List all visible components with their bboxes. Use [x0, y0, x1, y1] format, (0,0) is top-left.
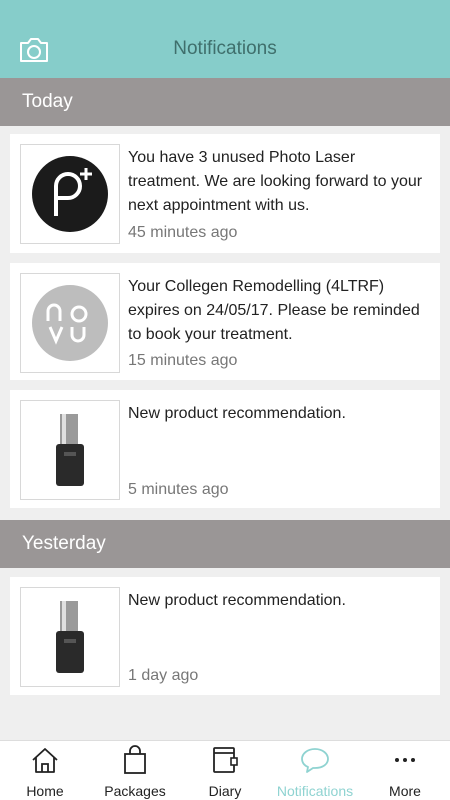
- tab-label: Packages: [104, 783, 166, 799]
- tab-home[interactable]: Home: [0, 741, 90, 800]
- tab-label: Notifications: [276, 783, 354, 799]
- notification-card[interactable]: New product recommendation. 1 day ago: [10, 577, 440, 695]
- tab-label: More: [389, 783, 421, 799]
- section-header-yesterday: Yesterday: [0, 520, 450, 568]
- diary-icon: [209, 745, 241, 775]
- brand-logo-novu: [20, 273, 120, 373]
- notification-message: Your Collegen Remodelling (4LTRF) expire…: [128, 278, 420, 343]
- home-icon: [29, 745, 61, 775]
- speech-bubble-icon: [299, 745, 331, 775]
- more-dots-icon: [389, 745, 421, 775]
- section-header-today: Today: [0, 78, 450, 126]
- brand-logo-p-plus: [20, 144, 120, 244]
- tab-label: Home: [26, 783, 64, 799]
- tab-notifications[interactable]: Notifications: [270, 741, 360, 800]
- notification-message: New product recommendation.: [128, 592, 346, 609]
- notification-card[interactable]: Your Collegen Remodelling (4LTRF) expire…: [10, 263, 440, 380]
- page-title: Notifications: [173, 38, 277, 59]
- tab-label: Diary: [208, 783, 242, 799]
- notification-card[interactable]: You have 3 unused Photo Laser treatment.…: [10, 134, 440, 253]
- tab-diary[interactable]: Diary: [180, 741, 270, 800]
- tab-more[interactable]: More: [360, 741, 450, 800]
- shopping-bag-icon: [119, 745, 151, 775]
- product-bottle-image: [20, 400, 120, 500]
- product-bottle-image: [20, 587, 120, 687]
- notification-time: 45 minutes ago: [128, 224, 238, 241]
- bottom-tab-bar: Home Packages Diary Notifications More: [0, 740, 450, 800]
- notification-card[interactable]: New product recommendation. 5 minutes ag…: [10, 390, 440, 508]
- app-header: Notifications: [0, 0, 450, 78]
- notification-time: 1 day ago: [128, 667, 199, 684]
- notification-time: 5 minutes ago: [128, 481, 229, 498]
- tab-packages[interactable]: Packages: [90, 741, 180, 800]
- notification-time: 15 minutes ago: [128, 352, 238, 369]
- notification-message: You have 3 unused Photo Laser treatment.…: [128, 149, 423, 214]
- notification-message: New product recommendation.: [128, 405, 346, 422]
